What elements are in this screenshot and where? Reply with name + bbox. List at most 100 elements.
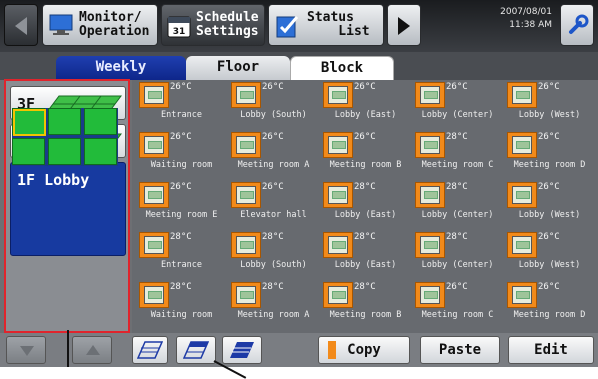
maintenance-button[interactable]: [560, 4, 594, 46]
air-conditioner-icon: [144, 236, 164, 254]
view-filled-button[interactable]: [222, 336, 262, 364]
touch-screen: Monitor/ Operation 31 Schedule Settings …: [0, 0, 598, 379]
indoor-unit[interactable]: 26°C Waiting room: [134, 130, 229, 182]
air-conditioner-icon: [512, 136, 532, 154]
unit-name: Lobby (South): [240, 110, 307, 120]
unit-temperature: 26°C: [262, 82, 284, 92]
unit-name: Lobby (Center): [421, 110, 494, 120]
view-partial-button[interactable]: [176, 336, 216, 364]
forward-button[interactable]: [387, 4, 421, 46]
date-time-display: 2007/08/01 11:38 AM: [438, 6, 556, 42]
unit-temperature: 26°C: [538, 182, 560, 192]
air-conditioner-icon: [236, 236, 256, 254]
callout-line: [67, 330, 69, 367]
unit-temperature: 26°C: [354, 132, 376, 142]
unit-name: Lobby (Center): [421, 260, 494, 270]
indoor-unit[interactable]: 26°C Meeting room C: [410, 280, 505, 332]
unit-name: Entrance: [161, 260, 202, 270]
tab-weekly[interactable]: Weekly: [56, 56, 186, 80]
indoor-unit[interactable]: 28°C Meeting room C: [410, 130, 505, 182]
indoor-unit[interactable]: 26°C Meeting room B: [318, 130, 413, 182]
tab-floor[interactable]: Floor: [186, 56, 290, 80]
unit-name: Lobby (East): [334, 110, 397, 120]
unit-temperature: 28°C: [446, 232, 468, 242]
top-navigation-bar: Monitor/ Operation 31 Schedule Settings …: [0, 0, 598, 52]
indoor-unit[interactable]: 28°C Lobby (East): [318, 180, 413, 232]
indoor-unit[interactable]: 26°C Lobby (West): [502, 80, 597, 132]
indoor-unit[interactable]: 26°C Lobby (West): [502, 180, 597, 232]
unit-temperature: 26°C: [538, 282, 560, 292]
indoor-unit[interactable]: 26°C Lobby (West): [502, 230, 597, 282]
indoor-unit[interactable]: 26°C Meeting room D: [502, 280, 597, 332]
left-arrow-icon: [15, 17, 27, 35]
air-conditioner-icon: [512, 286, 532, 304]
air-conditioner-icon: [236, 86, 256, 104]
indoor-unit[interactable]: 28°C Lobby (Center): [410, 180, 505, 232]
monitor-operation-button[interactable]: Monitor/ Operation: [42, 4, 158, 46]
air-conditioner-icon: [328, 86, 348, 104]
unit-temperature: 28°C: [262, 282, 284, 292]
unit-status-frame: [323, 282, 353, 308]
down-arrow-icon: [20, 346, 34, 356]
unit-name: Lobby (East): [334, 210, 397, 220]
paste-button[interactable]: Paste: [420, 336, 500, 364]
unit-temperature: 26°C: [538, 132, 560, 142]
floor-partial-icon: [183, 341, 209, 359]
indoor-unit[interactable]: 26°C Entrance: [134, 80, 229, 132]
monitor-icon: [49, 14, 73, 35]
air-conditioner-icon: [236, 136, 256, 154]
indoor-unit[interactable]: 28°C Lobby (Center): [410, 230, 505, 282]
unit-status-frame: [507, 182, 537, 208]
air-conditioner-icon: [144, 86, 164, 104]
copy-indicator: [328, 341, 336, 359]
indoor-unit[interactable]: 28°C Entrance: [134, 230, 229, 282]
unit-name: Lobby (West): [518, 260, 581, 270]
unit-status-frame: [507, 82, 537, 108]
scroll-up-button[interactable]: [72, 336, 112, 364]
unit-temperature: 26°C: [170, 132, 192, 142]
floor-filled-icon: [230, 342, 254, 358]
indoor-unit[interactable]: 26°C Lobby (Center): [410, 80, 505, 132]
air-conditioner-icon: [328, 136, 348, 154]
tab-block[interactable]: Block: [290, 56, 394, 80]
unit-grid: 26°C Entrance 26°C Lobby (South) 26°C Lobby (…: [132, 80, 598, 333]
up-arrow-icon: [86, 345, 100, 355]
unit-temperature: 26°C: [170, 82, 192, 92]
unit-name: Meeting room A: [237, 160, 310, 170]
unit-temperature: 28°C: [170, 232, 192, 242]
unit-temperature: 28°C: [262, 232, 284, 242]
status-list-button[interactable]: Status List: [268, 4, 384, 46]
air-conditioner-icon: [328, 286, 348, 304]
edit-button[interactable]: Edit: [508, 336, 594, 364]
indoor-unit[interactable]: 26°C Lobby (South): [226, 80, 321, 132]
view-outline-button[interactable]: [132, 336, 168, 364]
unit-status-frame: [231, 182, 261, 208]
scroll-down-button[interactable]: [6, 336, 46, 364]
indoor-unit[interactable]: 28°C Waiting room: [134, 280, 229, 332]
indoor-unit[interactable]: 26°C Lobby (East): [318, 80, 413, 132]
indoor-unit[interactable]: 26°C Meeting room D: [502, 130, 597, 182]
indoor-unit[interactable]: 26°C Meeting room E: [134, 180, 229, 232]
right-arrow-icon: [398, 17, 410, 35]
copy-button[interactable]: Copy: [318, 336, 410, 364]
indoor-unit[interactable]: 28°C Meeting room A: [226, 280, 321, 332]
indoor-unit[interactable]: 26°C Meeting room A: [226, 130, 321, 182]
indoor-unit[interactable]: 28°C Lobby (South): [226, 230, 321, 282]
schedule-settings-label: Schedule Settings: [196, 10, 259, 39]
unit-temperature: 26°C: [446, 82, 468, 92]
unit-name: Meeting room D: [513, 310, 586, 320]
calendar-icon: 31: [167, 16, 191, 38]
indoor-unit[interactable]: 26°C Elevator hall: [226, 180, 321, 232]
unit-name: Meeting room C: [421, 310, 494, 320]
unit-status-frame: [323, 132, 353, 158]
unit-status-frame: [231, 282, 261, 308]
indoor-unit[interactable]: 28°C Meeting room B: [318, 280, 413, 332]
back-button[interactable]: [4, 4, 38, 46]
unit-status-frame: [139, 232, 169, 258]
indoor-unit[interactable]: 28°C Lobby (East): [318, 230, 413, 282]
unit-temperature: 28°C: [354, 182, 376, 192]
unit-temperature: 28°C: [170, 282, 192, 292]
unit-temperature: 28°C: [354, 232, 376, 242]
time-text: 11:38 AM: [509, 20, 552, 30]
schedule-settings-button[interactable]: 31 Schedule Settings: [161, 4, 265, 46]
